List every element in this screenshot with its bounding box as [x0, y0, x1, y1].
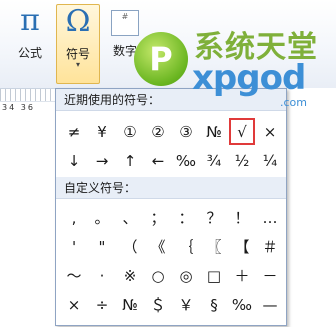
custom-symbol-cell[interactable]: 【 [228, 232, 256, 261]
watermark-logo: P 系统天堂 xpgod .com [130, 0, 336, 109]
recent-symbol-cell[interactable]: ② [144, 117, 172, 146]
recent-symbol-cell[interactable]: ← [144, 146, 172, 175]
recent-symbol-cell[interactable]: ① [116, 117, 144, 146]
recent-symbol-cell[interactable]: → [88, 146, 116, 175]
custom-symbol-cell[interactable]: ～ [60, 261, 88, 290]
recent-symbol-cell[interactable]: № [200, 117, 228, 146]
recent-symbol-cell[interactable]: ③ [172, 117, 200, 146]
custom-symbol-cell[interactable]: ◎ [172, 261, 200, 290]
custom-symbol-cell[interactable]: ‰ [228, 290, 256, 319]
symbol-dropdown-panel: 近期使用的符号： ≠ ¥ ① ② ③ № √ × ↓ → ↑ ← ‰ ¾ ½ ¼ 自定义符号： ,。、；：？！… [55, 88, 287, 326]
custom-symbol-cell[interactable]: ' [60, 232, 88, 261]
document-ruler: 34 36 [0, 88, 55, 159]
custom-symbol-cell[interactable]: × [60, 290, 88, 319]
custom-symbol-cell[interactable]: 《 [144, 232, 172, 261]
custom-symbol-cell[interactable]: … [256, 203, 284, 232]
custom-symbol-cell[interactable]: ￥ [172, 290, 200, 319]
recent-symbol-cell[interactable]: × [256, 117, 284, 146]
custom-symbols-title: 自定义符号： [56, 177, 286, 199]
custom-symbol-cell[interactable]: ！ [228, 203, 256, 232]
recent-symbol-cell[interactable]: ½ [228, 146, 256, 175]
pi-icon: π [20, 3, 40, 38]
custom-symbol-cell[interactable]: ； [144, 203, 172, 232]
ruler-numbers: 34 36 [2, 103, 35, 112]
custom-symbol-cell[interactable]: № [116, 290, 144, 319]
recent-symbol-cell[interactable]: ¥ [88, 117, 116, 146]
custom-symbol-cell[interactable]: — [256, 290, 284, 319]
recent-symbol-cell[interactable]: √ [228, 117, 256, 146]
custom-symbol-cell[interactable]: · [88, 261, 116, 290]
custom-symbol-cell[interactable]: § [200, 290, 228, 319]
custom-symbol-cell[interactable]: ＋ [228, 261, 256, 290]
custom-symbol-cell[interactable]: 、 [116, 203, 144, 232]
custom-symbol-cell[interactable]: ＄ [144, 290, 172, 319]
formula-button-label: 公式 [17, 46, 42, 60]
recent-symbol-cell[interactable]: ¼ [256, 146, 284, 175]
recent-symbol-cell[interactable]: ≠ [60, 117, 88, 146]
chevron-down-icon: ▾ [75, 60, 80, 69]
custom-symbol-cell[interactable]: － [256, 261, 284, 290]
logo-english-text: xpgod [192, 58, 306, 98]
recent-symbol-cell[interactable]: ‰ [172, 146, 200, 175]
custom-symbol-cell[interactable]: 〖 [200, 232, 228, 261]
custom-symbol-cell[interactable]: □ [200, 261, 228, 290]
logo-domain-text: .com [280, 96, 307, 109]
logo-disc-icon: P [134, 32, 188, 86]
formula-button[interactable]: π 公式 [8, 4, 52, 82]
custom-symbol-cell[interactable]: ÷ [88, 290, 116, 319]
recent-symbols-grid: ≠ ¥ ① ② ③ № √ × ↓ → ↑ ← ‰ ¾ ½ ¼ [60, 117, 284, 175]
custom-symbol-cell[interactable]: " [88, 232, 116, 261]
custom-symbol-cell[interactable]: ： [172, 203, 200, 232]
custom-symbol-cell[interactable]: ＃ [256, 232, 284, 261]
symbol-button[interactable]: Ω 符号 ▾ [56, 4, 100, 84]
recent-symbol-cell[interactable]: ↑ [116, 146, 144, 175]
omega-icon: Ω [65, 4, 91, 39]
custom-symbol-cell[interactable]: ※ [116, 261, 144, 290]
recent-symbol-cell[interactable]: ↓ [60, 146, 88, 175]
custom-symbols-grid: ,。、；：？！… ' " （《｛〖【＃ ～ · ※ ○ ◎ □ ＋－ × ÷ № ＄ ￥ § ‰ — [60, 203, 284, 319]
custom-symbol-cell[interactable]: ○ [144, 261, 172, 290]
recent-symbol-cell[interactable]: ¾ [200, 146, 228, 175]
custom-symbol-cell[interactable]: , [60, 203, 88, 232]
custom-symbol-cell[interactable]: ？ [200, 203, 228, 232]
custom-symbol-cell[interactable]: ｛ [172, 232, 200, 261]
custom-symbol-cell[interactable]: 。 [88, 203, 116, 232]
ruler-ticks [0, 89, 55, 102]
custom-symbol-cell[interactable]: （ [116, 232, 144, 261]
